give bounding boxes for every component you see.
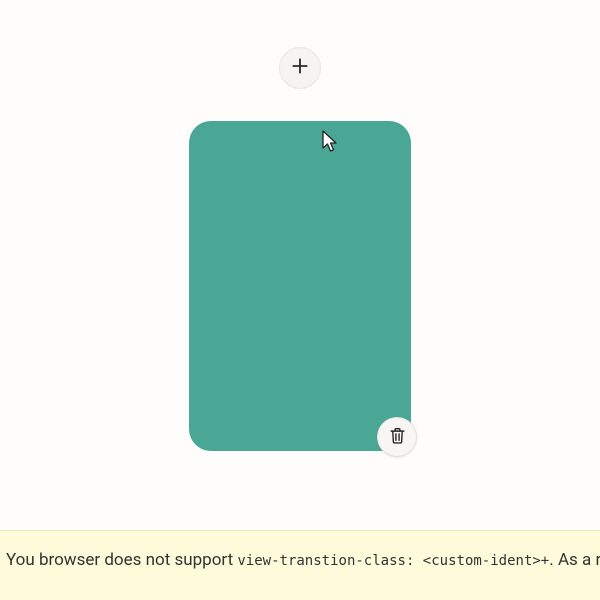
plus-icon [290,56,310,80]
warning-text-suffix: . As a result, the [549,550,600,570]
warning-code: view-transtion-class: <custom-ident>+ [237,553,549,569]
warning-banner: You browser does not support view-transt… [0,530,600,600]
canvas-area [0,0,600,530]
trash-icon [388,426,407,449]
warning-text-prefix: You browser does not support [6,550,237,570]
card[interactable] [189,121,411,451]
add-button[interactable] [279,47,321,89]
delete-button[interactable] [377,417,417,457]
